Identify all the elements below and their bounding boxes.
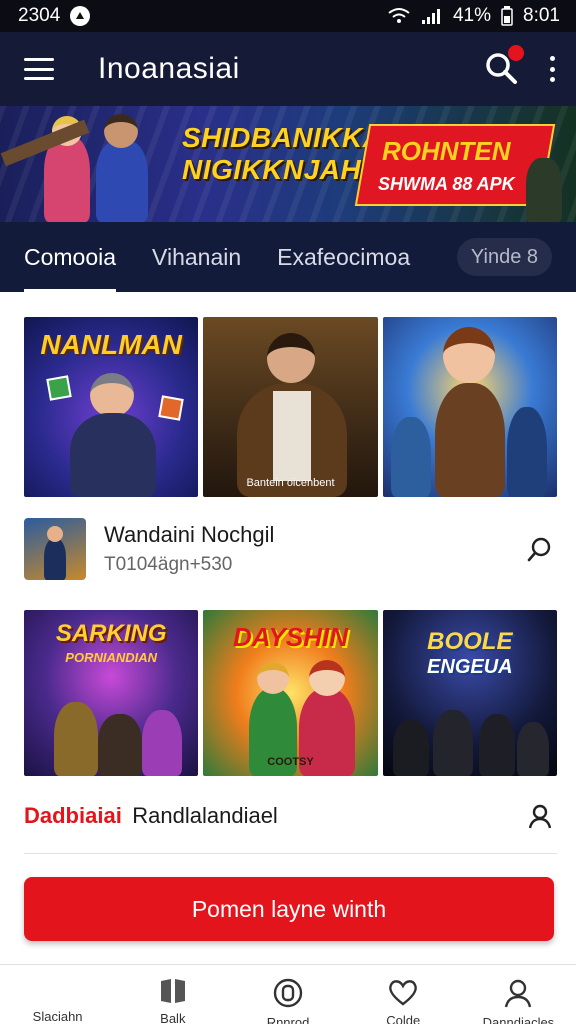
list-item-1-subtitle: T0104ägn+530 [104,554,233,575]
list-item-1-thumbnail [24,518,86,580]
game-tile-5-char-1-head [257,662,290,694]
app-bar: Inoanasiai [0,32,576,106]
profile-icon [502,977,534,1009]
game-tile-4-subtitle: PORNIANDIAN [65,650,158,665]
promo-banner[interactable]: SHIDBANIKKA NIGIKKNJAHN ROHNTEN SHWMA 88… [0,106,576,222]
tab-pill-button[interactable]: Yinde 8 [456,238,552,276]
heart-icon [387,977,419,1007]
signal-icon [421,7,443,25]
game-tile-6-crowd-4 [516,722,549,776]
person-icon[interactable] [526,802,554,830]
tab-exafeocimoa[interactable]: Exafeocimoa [277,222,410,292]
game-grid-row-1: NANLMAN Bantein oicenbent [24,317,557,497]
list-item-2-text: Dadbiaiai Randlalandiael [24,803,526,829]
game-tile-1-card-icon-2 [158,395,184,421]
game-tile-6-crowd-1 [392,720,429,776]
tab-comooia[interactable]: Comooia [24,222,117,292]
home-icon [42,977,74,1003]
battery-icon [501,6,513,26]
list-item-1-title: Wandaini Nochgil [104,522,275,547]
game-tile-1-card-icon [46,375,72,401]
banner-headline: SHIDBANIKKA NIGIKKNJAHN [182,122,384,186]
notification-icon [70,6,91,26]
game-tile-1[interactable]: NANLMAN [24,317,199,497]
divider [24,853,557,854]
book-icon [157,977,189,1005]
tab-vihanain[interactable]: Vihanain [152,222,241,292]
status-bar: 2304 41% 8:01 [0,0,576,32]
notification-badge [508,45,524,61]
game-tile-3-left-char [390,417,431,497]
game-tile-3[interactable] [382,317,557,497]
wifi-icon [387,7,411,25]
menu-icon[interactable] [24,58,54,80]
game-tile-6-crowd-2 [432,710,473,776]
banner-badge-subtitle: SHWMA 88 APK [378,174,515,194]
game-tile-3-head [442,327,495,383]
status-right: 41% 8:01 [387,5,560,27]
game-tile-1-head [90,373,134,417]
banner-character-2-head [104,114,138,148]
list-item-1[interactable]: Wandaini Nochgil T0104ägn+530 [24,517,554,581]
nav-item-heart-label: Colde [386,1013,421,1024]
banner-headline-line1: SHIDBANIKKA [182,122,384,153]
banner-character-2 [96,140,148,222]
game-tile-2-shirt [273,391,312,481]
game-tile-2[interactable]: Bantein oicenbent [203,317,378,497]
game-tile-2-caption: Bantein oicenbent [246,477,335,489]
game-tile-5-caption: COOTSY [267,756,314,768]
game-tile-6-title: BOOLE [427,628,513,655]
game-tile-4-title: SARKING [55,620,167,647]
nav-item-profile-label: Danndiacles [482,1015,555,1024]
search-icon[interactable] [526,535,554,563]
game-tile-6[interactable]: BOOLE ENGEUA [382,610,557,776]
game-tile-4-char-2 [98,714,142,776]
game-tile-1-body [70,413,156,497]
battery-percent: 41% [452,5,492,26]
status-left: 2304 [18,5,91,27]
game-grid-row-2: SARKING PORNIANDIAN DAYSHIN COOTSY BOOLE… [24,610,557,776]
nav-item-coin-label: Rnnrod [266,1015,310,1024]
coin-icon [272,977,304,1009]
nav-item-home[interactable]: Slaciahn [0,965,115,1024]
nav-item-book-label: Balk [160,1011,186,1024]
game-tile-2-head [267,333,316,383]
game-tile-4[interactable]: SARKING PORNIANDIAN [24,610,199,776]
primary-cta-button[interactable]: Pomen layne winth [24,877,554,941]
game-tile-4-char-1 [54,702,98,776]
bottom-navigation: Slaciahn Balk Rnnrod Colde Danndiacles [0,964,576,1024]
more-vert-icon[interactable] [548,56,556,82]
banner-character-1 [44,136,90,222]
search-button[interactable] [484,45,524,87]
game-tile-1-title: NANLMAN [40,329,182,360]
nav-item-book[interactable]: Balk [115,965,230,1024]
list-item-2-title-accent: Dadbiaiai [24,803,122,828]
status-left-text: 2304 [18,5,61,26]
nav-item-home-label: Slaciahn [32,1009,83,1024]
game-tile-6-subtitle: ENGEUA [427,656,513,678]
game-tile-6-crowd-3 [478,714,515,776]
game-tile-3-body [434,383,505,497]
game-tile-4-char-3 [142,710,182,776]
list-item-2[interactable]: Dadbiaiai Randlalandiael [24,794,554,838]
banner-badge-title: ROHNTEN [382,136,511,166]
game-tile-3-right-char [506,407,547,497]
nav-item-coin[interactable]: Rnnrod [230,965,345,1024]
content-area: NANLMAN Bantein oicenbent Wandaini Nochg… [0,292,576,964]
banner-character-3 [526,158,562,222]
nav-item-heart[interactable]: Colde [346,965,461,1024]
status-time: 8:01 [523,5,560,26]
banner-headline-line2: NIGIKKNJAHN [182,154,382,185]
game-tile-5[interactable]: DAYSHIN COOTSY [203,610,378,776]
app-title: Inoanasiai [98,52,240,85]
game-tile-5-title: DAYSHIN [232,622,349,652]
tab-bar: Comooia Vihanain Exafeocimoa Yinde 8 [0,222,576,292]
list-item-1-text: Wandaini Nochgil T0104ägn+530 [104,522,526,576]
list-item-2-title: Randlalandiael [132,803,278,828]
nav-item-profile[interactable]: Danndiacles [461,965,576,1024]
